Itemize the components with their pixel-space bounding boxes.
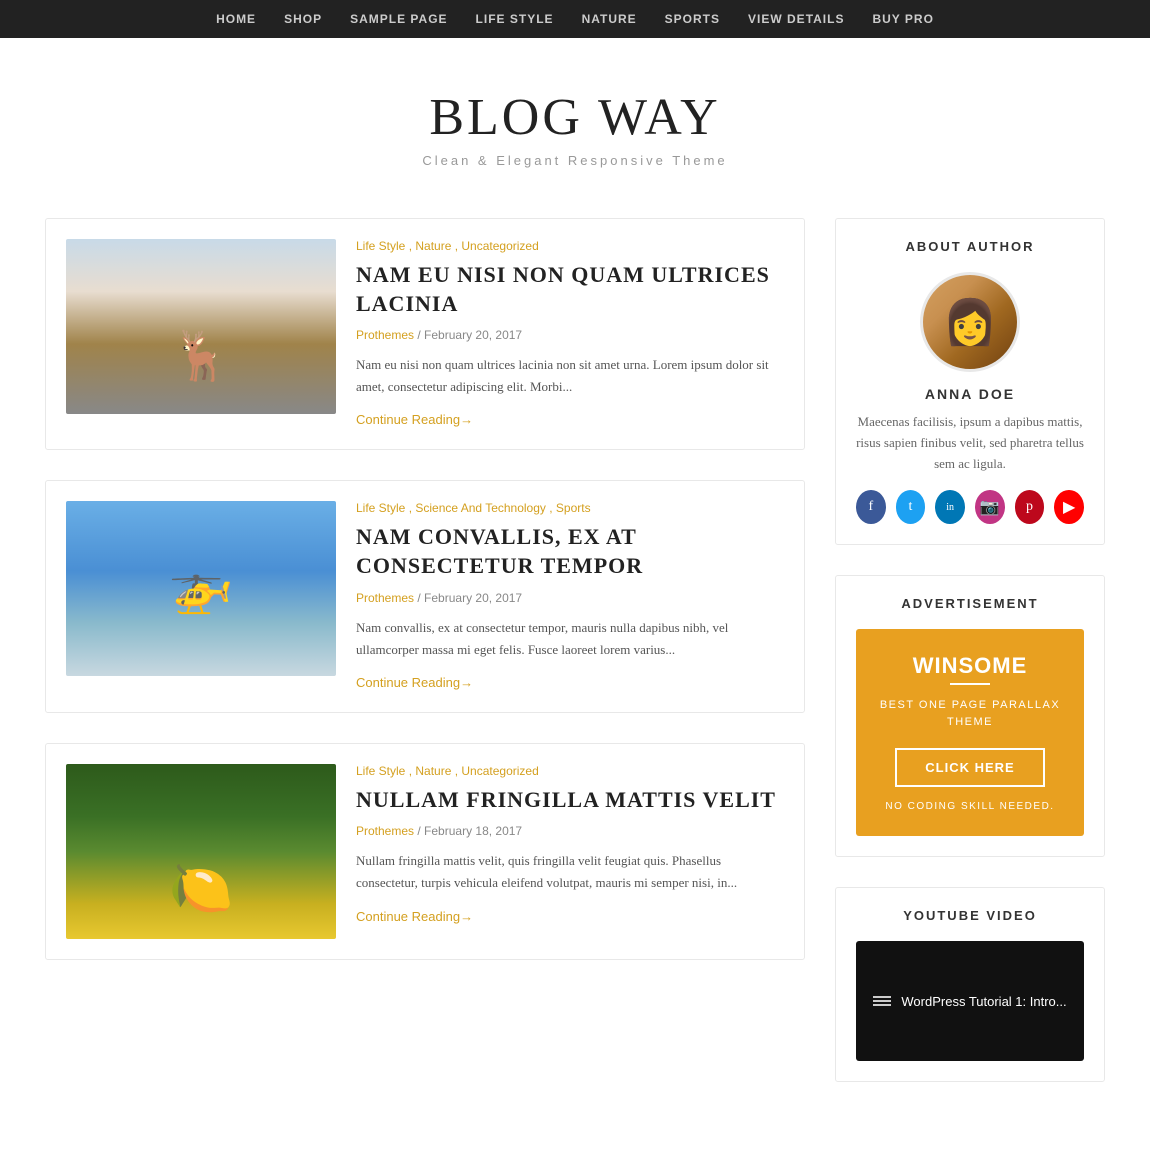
youtube-video-title: WordPress Tutorial 1: Intro... (901, 994, 1066, 1009)
linkedin-icon[interactable]: in (935, 490, 965, 524)
author-name: ANNA DOE (856, 386, 1084, 402)
article-title: NAM CONVALLIS, EX AT CONSECTETUR TEMPOR (356, 523, 784, 580)
article-body: Life Style , Nature , Uncategorized NAM … (356, 239, 784, 429)
youtube-thumbnail[interactable]: WordPress Tutorial 1: Intro... (856, 941, 1084, 1061)
nav-sports[interactable]: SPORTS (665, 12, 720, 26)
ad-brand-title: WINSOME (872, 653, 1068, 679)
article-meta: Prothemes / February 20, 2017 (356, 591, 784, 605)
youtube-section: YOUTUBE VIDEO WordPress Tutorial 1: Intr… (835, 887, 1105, 1082)
article-image-lemons (66, 764, 336, 939)
article-date: February 18, 2017 (424, 824, 522, 838)
continue-reading-link[interactable]: Continue Reading→ (356, 412, 473, 427)
article-excerpt: Nullam fringilla mattis velit, quis frin… (356, 850, 784, 894)
instagram-icon[interactable]: 📷 (975, 490, 1005, 524)
yt-line-1 (873, 996, 891, 998)
youtube-title: YOUTUBE VIDEO (856, 908, 1084, 923)
social-icons: f t in 📷 p ▶ (856, 490, 1084, 524)
author-avatar (920, 272, 1020, 372)
site-header: BLOG WAY Clean & Elegant Responsive Them… (0, 38, 1150, 208)
article-excerpt: Nam convallis, ex at consectetur tempor,… (356, 617, 784, 661)
author-bio: Maecenas facilisis, ipsum a dapibus matt… (856, 412, 1084, 474)
article-author: Prothemes (356, 591, 414, 605)
article-author: Prothemes (356, 328, 414, 342)
article-title: NULLAM FRINGILLA MATTIS VELIT (356, 786, 784, 815)
ad-box: WINSOME BEST ONE PAGE PARALLAX THEME CLI… (856, 629, 1084, 836)
article-categories: Life Style , Science And Technology , Sp… (356, 501, 784, 515)
nav-view-details[interactable]: VIEW DETAILS (748, 12, 844, 26)
article-meta: Prothemes / February 18, 2017 (356, 824, 784, 838)
site-title: BLOG WAY (20, 88, 1130, 147)
article-card: Life Style , Nature , Uncategorized NAM … (45, 218, 805, 450)
article-card: Life Style , Nature , Uncategorized NULL… (45, 743, 805, 960)
youtube-thumb-content: WordPress Tutorial 1: Intro... (863, 984, 1076, 1019)
article-categories: Life Style , Nature , Uncategorized (356, 764, 784, 778)
pinterest-icon[interactable]: p (1015, 490, 1045, 524)
youtube-lines-icon (873, 996, 891, 1006)
article-date: February 20, 2017 (424, 328, 522, 342)
yt-line-2 (873, 1000, 891, 1002)
article-image-drone (66, 501, 336, 676)
continue-reading-link[interactable]: Continue Reading→ (356, 675, 473, 690)
ad-title-underline (950, 683, 990, 685)
main-navigation: HOME SHOP SAMPLE PAGE LIFE STYLE NATURE … (0, 0, 1150, 38)
youtube-icon[interactable]: ▶ (1054, 490, 1084, 524)
article-body: Life Style , Nature , Uncategorized NULL… (356, 764, 784, 939)
sidebar: ABOUT AUTHOR ANNA DOE Maecenas facilisis… (835, 218, 1105, 1112)
main-content: Life Style , Nature , Uncategorized NAM … (45, 218, 805, 1112)
site-tagline: Clean & Elegant Responsive Theme (20, 153, 1130, 168)
article-image-deer (66, 239, 336, 414)
advertisement-title: ADVERTISEMENT (856, 596, 1084, 611)
page-wrapper: Life Style , Nature , Uncategorized NAM … (25, 208, 1125, 1152)
ad-click-button[interactable]: CLICK HERE (895, 748, 1044, 787)
article-date: February 20, 2017 (424, 591, 522, 605)
ad-subtitle: BEST ONE PAGE PARALLAX THEME (872, 697, 1068, 730)
article-categories: Life Style , Nature , Uncategorized (356, 239, 784, 253)
article-meta: Prothemes / February 20, 2017 (356, 328, 784, 342)
nav-buy-pro[interactable]: BUY PRO (872, 12, 933, 26)
nav-lifestyle[interactable]: LIFE STYLE (476, 12, 554, 26)
author-avatar-wrapper (856, 272, 1084, 372)
twitter-icon[interactable]: t (896, 490, 926, 524)
nav-home[interactable]: HOME (216, 12, 256, 26)
about-author-section: ABOUT AUTHOR ANNA DOE Maecenas facilisis… (835, 218, 1105, 545)
article-card: Life Style , Science And Technology , Sp… (45, 480, 805, 712)
yt-line-3 (873, 1004, 891, 1006)
ad-note: NO CODING SKILL NEEDED. (872, 801, 1068, 812)
nav-sample-page[interactable]: SAMPLE PAGE (350, 12, 447, 26)
advertisement-section: ADVERTISEMENT WINSOME BEST ONE PAGE PARA… (835, 575, 1105, 857)
article-author: Prothemes (356, 824, 414, 838)
facebook-icon[interactable]: f (856, 490, 886, 524)
about-author-title: ABOUT AUTHOR (856, 239, 1084, 254)
article-body: Life Style , Science And Technology , Sp… (356, 501, 784, 691)
article-title: NAM EU NISI NON QUAM ULTRICES LACINIA (356, 261, 784, 318)
continue-reading-link[interactable]: Continue Reading→ (356, 909, 473, 924)
article-excerpt: Nam eu nisi non quam ultrices lacinia no… (356, 354, 784, 398)
nav-shop[interactable]: SHOP (284, 12, 322, 26)
nav-nature[interactable]: NATURE (582, 12, 637, 26)
